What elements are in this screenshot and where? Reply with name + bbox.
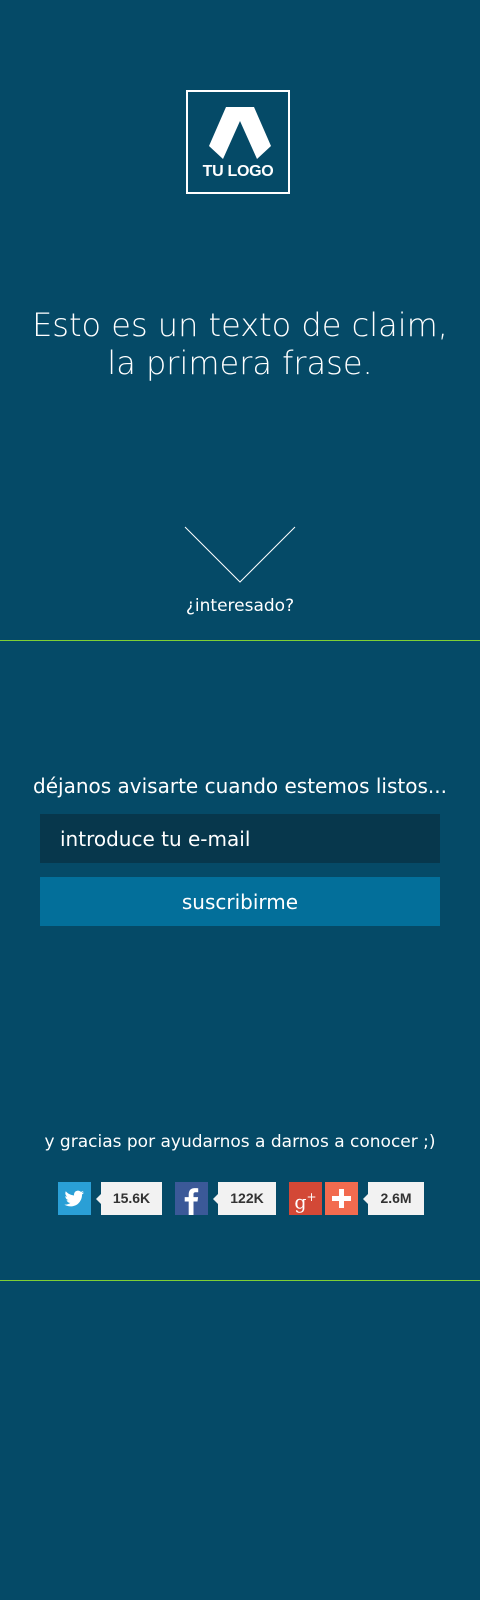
section-divider — [0, 640, 480, 641]
twitter-count: 15.6K — [96, 1182, 162, 1215]
claim-line-2: la primera frase. — [107, 344, 373, 382]
google-plus-icon[interactable]: g+ — [289, 1182, 322, 1215]
claim-text: Esto es un texto de claim, la primera fr… — [0, 306, 480, 382]
facebook-icon[interactable] — [175, 1182, 208, 1215]
signup-prompt: déjanos avisarte cuando estemos listos..… — [33, 774, 447, 798]
share-thanks-text: y gracias por ayudarnos a darnos a conoc… — [44, 1132, 436, 1152]
chevron-down-icon[interactable] — [184, 526, 296, 584]
subscribe-button[interactable]: suscribirme — [40, 877, 440, 926]
facebook-count: 122K — [213, 1182, 276, 1215]
google-plus-count: 2.6M — [363, 1182, 424, 1215]
twitter-icon[interactable] — [58, 1182, 91, 1215]
interest-label[interactable]: ¿interesado? — [0, 596, 480, 616]
claim-line-1: Esto es un texto de claim, — [32, 306, 448, 344]
logo: TU LOGO — [186, 90, 290, 194]
section-divider — [0, 1280, 480, 1281]
plus-icon[interactable] — [325, 1182, 358, 1215]
logo-mark-icon — [209, 107, 271, 159]
logo-text: TU LOGO — [202, 163, 274, 180]
email-field[interactable] — [40, 814, 440, 863]
